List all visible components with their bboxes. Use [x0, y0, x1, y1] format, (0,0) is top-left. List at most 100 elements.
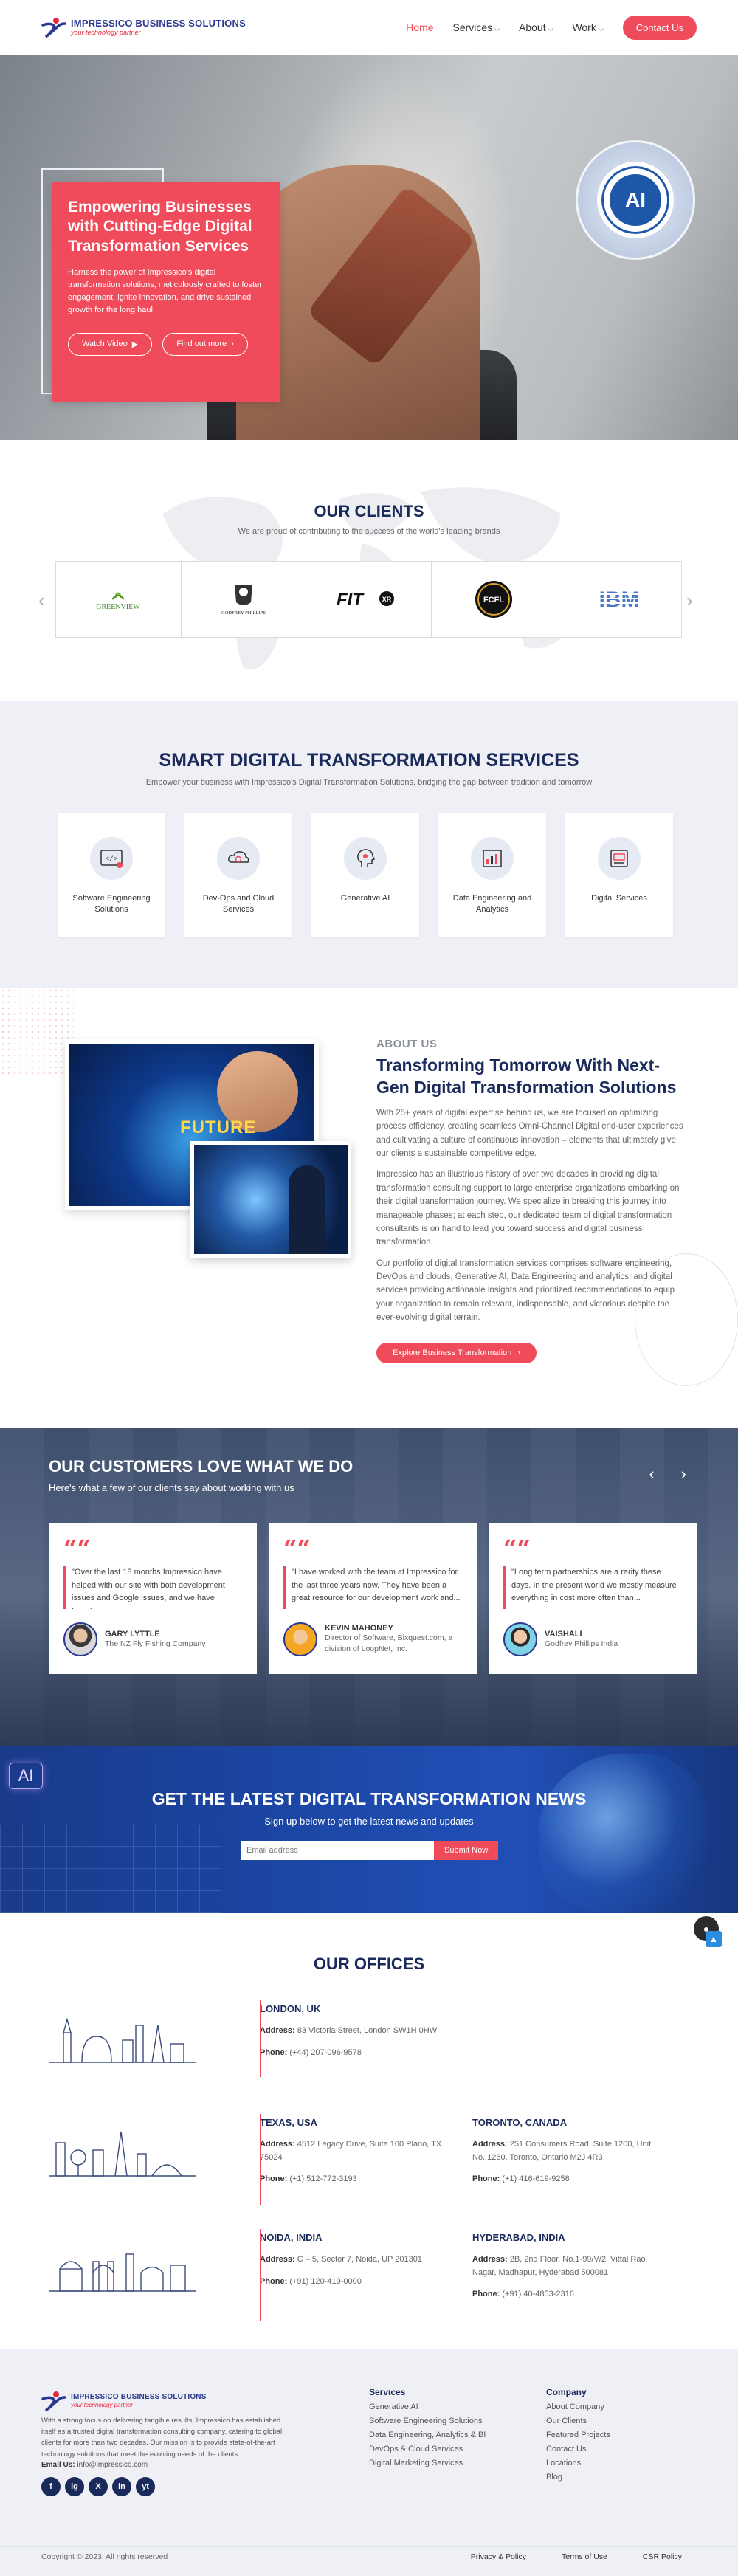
find-out-more-button[interactable]: Find out more ›	[162, 332, 248, 356]
testimonials-next-icon[interactable]: ›	[681, 1464, 686, 1484]
ai-core-label: AI	[610, 174, 661, 226]
footer-link[interactable]: Data Engineering, Analytics & BI	[369, 2431, 486, 2439]
svg-text:FIT: FIT	[337, 590, 365, 610]
social-links: f ig X in yt	[41, 2477, 155, 2496]
brand-name: IMPRESSICO BUSINESS SOLUTIONS	[71, 2393, 207, 2401]
phone-value[interactable]: (+1) 512-772-3193	[289, 2174, 356, 2183]
testimonial-quote: "I have worked with the team at Impressi…	[283, 1566, 462, 1609]
nav-about[interactable]: About ⌵	[519, 21, 553, 33]
cloud-gear-icon	[217, 837, 260, 880]
hero-card: Empowering Businesses with Cutting-Edge …	[52, 182, 280, 402]
testimonials-subtitle: Here's what a few of our clients say abo…	[49, 1482, 294, 1493]
privacy-policy-link[interactable]: Privacy & Policy	[471, 2552, 526, 2561]
x-twitter-icon[interactable]: X	[89, 2477, 108, 2496]
newsletter-subtitle: Sign up below to get the latest news and…	[264, 1816, 474, 1827]
footer-link[interactable]: Digital Marketing Services	[369, 2459, 486, 2467]
newsletter-title: GET THE LATEST DIGITAL TRANSFORMATION NE…	[151, 1789, 587, 1808]
explore-business-transformation-button[interactable]: Explore Business Transformation ›	[376, 1342, 537, 1363]
csr-policy-link[interactable]: CSR Policy	[643, 2552, 682, 2561]
office-divider	[260, 2000, 261, 2077]
email-link[interactable]: info@impressico.com	[77, 2461, 148, 2469]
contact-us-button[interactable]: Contact Us	[622, 15, 697, 40]
footer-link[interactable]: Featured Projects	[546, 2431, 610, 2439]
testimonial-card: ““ "I have worked with the team at Impre…	[269, 1523, 477, 1674]
svg-text:</>: </>	[106, 855, 117, 863]
digital-doc-icon	[598, 837, 641, 880]
phone-value[interactable]: (+91) 40-4853-2316	[502, 2290, 574, 2298]
chevron-down-icon: ⌵	[598, 25, 604, 32]
office-address: Address: 4512 Legacy Drive, Suite 100 Pl…	[260, 2138, 452, 2164]
legal-links: Privacy & Policy Terms of Use CSR Policy	[471, 2552, 682, 2561]
watch-video-button[interactable]: Watch Video ▶	[68, 332, 153, 356]
clients-next-arrow-icon[interactable]: ›	[686, 589, 693, 612]
office-name: TEXAS, USA	[260, 2117, 318, 2128]
service-card-generative-ai[interactable]: Generative AI	[311, 813, 419, 937]
services-subtitle: Empower your business with Impressico's …	[145, 778, 593, 787]
footer-link[interactable]: DevOps & Cloud Services	[369, 2445, 486, 2453]
footer-link[interactable]: Generative AI	[369, 2403, 486, 2411]
testimonials-prev-icon[interactable]: ‹	[649, 1464, 654, 1484]
clients-title: OUR CLIENTS	[314, 502, 424, 520]
ibm-logo-text: IBM	[599, 588, 639, 612]
service-label: Dev-Ops and Cloud Services	[202, 894, 275, 915]
terms-of-use-link[interactable]: Terms of Use	[562, 2552, 607, 2561]
footer-link[interactable]: Blog	[546, 2473, 610, 2482]
youtube-icon[interactable]: yt	[136, 2477, 155, 2496]
nav-home-label: Home	[406, 21, 434, 33]
linkedin-icon[interactable]: in	[112, 2477, 131, 2496]
footer-brand-logo[interactable]: IMPRESSICO BUSINESS SOLUTIONS your techn…	[41, 2390, 207, 2412]
watch-video-label: Watch Video	[82, 340, 128, 349]
ai-chip-icon: AI	[9, 1763, 43, 1789]
footer-bottom-bar	[0, 2546, 738, 2576]
footer-email: Email Us: info@impressico.com	[41, 2461, 148, 2469]
man-silhouette	[289, 1165, 325, 1254]
facebook-icon[interactable]: f	[41, 2477, 61, 2496]
ibm-logo-icon: IBM	[585, 588, 652, 612]
godfrey-phillips-logo-icon: GODFREY PHILLIPS	[221, 585, 266, 616]
office-address: Address: 2B, 2nd Floor, No.1-99/V/2, Vit…	[472, 2253, 664, 2279]
phone-value[interactable]: (+44) 207-096-9578	[289, 2048, 362, 2057]
greenview-logo-icon: GREENVIEW	[97, 592, 141, 611]
client-logo-godfrey-phillips: GODFREY PHILLIPS	[180, 561, 307, 638]
instagram-icon[interactable]: ig	[65, 2477, 84, 2496]
hero-section: Empowering Businesses with Cutting-Edge …	[0, 55, 738, 440]
nav-home[interactable]: Home	[406, 21, 433, 33]
email-label: Email Us:	[41, 2461, 75, 2469]
nav-services[interactable]: Services ⌵	[453, 21, 500, 33]
footer-link[interactable]: Locations	[546, 2459, 610, 2467]
footer-link[interactable]: Our Clients	[546, 2417, 610, 2425]
footer-link[interactable]: About Company	[546, 2403, 610, 2411]
office-name: NOIDA, INDIA	[260, 2232, 323, 2243]
newsletter-email-input[interactable]	[241, 1841, 434, 1860]
scroll-to-top-icon[interactable]: ▲	[706, 1931, 722, 1947]
nav-work[interactable]: Work ⌵	[572, 21, 603, 33]
office-texas: TEXAS, USA Address: 4512 Legacy Drive, S…	[260, 2117, 452, 2191]
client-logo-carousel: GREENVIEW GODFREY PHILLIPS FIT XR FCFL I…	[55, 561, 682, 638]
service-card-software-engineering[interactable]: </> Software Engineering Solutions	[58, 813, 165, 937]
phone-value[interactable]: (+91) 120-419-0000	[289, 2277, 362, 2286]
nav-work-label: Work	[572, 21, 596, 33]
office-address: Address: 251 Consumers Road, Suite 1200,…	[472, 2138, 664, 2164]
digital-face-graphic	[539, 1754, 708, 1913]
person-role: Godfrey Phillips India	[545, 1639, 618, 1648]
footer-services-column: Services Generative AI Software Engineer…	[369, 2387, 486, 2467]
clients-prev-arrow-icon[interactable]: ‹	[38, 589, 45, 612]
chevron-down-icon: ⌵	[548, 25, 554, 32]
brand-tagline: your technology partner	[71, 29, 141, 36]
office-phone: Phone: (+1) 416-619-9258	[472, 2174, 664, 2183]
office-name: TORONTO, CANADA	[472, 2117, 568, 2128]
service-card-digital-services[interactable]: Digital Services	[565, 813, 673, 937]
office-toronto: TORONTO, CANADA Address: 251 Consumers R…	[472, 2117, 664, 2191]
brand-logo[interactable]: IMPRESSICO BUSINESS SOLUTIONS your techn…	[41, 16, 246, 38]
greenview-logo-text: GREENVIEW	[97, 603, 141, 611]
address-value: 83 Victoria Street, London SW1H 0HW	[297, 2026, 438, 2035]
footer-link[interactable]: Contact Us	[546, 2445, 610, 2453]
phone-value[interactable]: (+1) 416-619-9258	[502, 2174, 569, 2183]
service-card-data-engineering[interactable]: Data Engineering and Analytics	[438, 813, 546, 937]
footer-link[interactable]: Software Engineering Solutions	[369, 2417, 486, 2425]
newsletter-submit-button[interactable]: Submit Now	[434, 1841, 499, 1860]
office-address: Address: C – 5, Sector 7, Noida, UP 2013…	[260, 2253, 452, 2267]
page: IMPRESSICO BUSINESS SOLUTIONS your techn…	[0, 0, 738, 2576]
service-card-devops-cloud[interactable]: Dev-Ops and Cloud Services	[184, 813, 292, 937]
phone-label: Phone:	[260, 2048, 288, 2057]
